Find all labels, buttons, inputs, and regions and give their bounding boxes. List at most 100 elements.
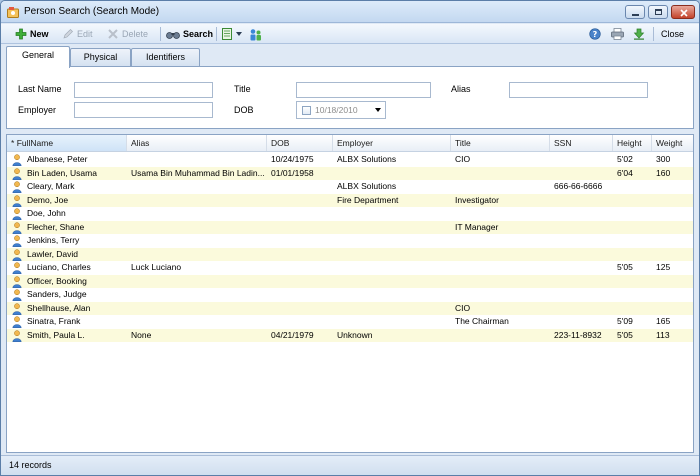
- green-plus-icon: [15, 28, 27, 40]
- cell-employer: [333, 261, 451, 275]
- cell-ssn: [550, 167, 613, 181]
- delete-x-icon: [108, 29, 118, 39]
- cell-title: [451, 275, 550, 289]
- column-header-label: FullName: [16, 138, 54, 148]
- export-dropdown-button[interactable]: [222, 26, 242, 42]
- cell-fullname: Bin Laden, Usama: [27, 167, 97, 178]
- cell-employer: Fire Department: [337, 194, 399, 205]
- tab-general[interactable]: General: [6, 46, 70, 68]
- cell-dob: [267, 302, 333, 316]
- title-input[interactable]: [296, 82, 431, 98]
- table-row[interactable]: Sinatra, Frank The Chairman 5'09 165: [7, 315, 693, 329]
- cell-employer: ALBX Solutions: [337, 181, 397, 191]
- cell-ssn: [550, 302, 613, 316]
- tab-physical[interactable]: Physical: [70, 48, 131, 67]
- save-button[interactable]: [633, 26, 645, 42]
- table-row[interactable]: Jenkins, Terry: [7, 234, 693, 248]
- search-button[interactable]: Search: [166, 26, 213, 42]
- column-header-label: Height: [617, 138, 642, 148]
- record-count: 14 records: [9, 460, 52, 470]
- cell-weight: [652, 194, 693, 208]
- column-header-label: Alias: [131, 138, 150, 148]
- cell-fullname: Cleary, Mark: [27, 181, 75, 191]
- column-header-ssn[interactable]: SSN: [550, 135, 613, 151]
- close-label: Close: [661, 29, 685, 39]
- cell-title: Investigator: [455, 194, 499, 205]
- cell-employer: [333, 248, 451, 262]
- last-name-input[interactable]: [74, 82, 213, 98]
- cell-title: The Chairman: [455, 316, 509, 326]
- column-header-alias[interactable]: Alias: [127, 135, 267, 151]
- cell-employer: [333, 288, 451, 302]
- table-row[interactable]: Officer, Booking: [7, 274, 693, 289]
- cell-ssn: [550, 234, 613, 248]
- cell-alias: [127, 180, 267, 194]
- table-row[interactable]: Flecher, Shane IT Manager: [7, 220, 693, 234]
- help-icon: ?: [589, 28, 601, 40]
- cell-dob: [267, 180, 333, 194]
- cell-height: 6'04: [617, 167, 633, 178]
- cell-weight: 125: [656, 262, 671, 272]
- results-grid: * FullName Alias DOB Employer Title SSN …: [6, 134, 694, 453]
- chevron-down-icon[interactable]: [375, 108, 381, 112]
- table-row[interactable]: Cleary, Mark ALBX Solutions 666-66-6666: [7, 180, 693, 194]
- column-header-label: DOB: [271, 138, 290, 148]
- employer-input[interactable]: [74, 102, 213, 118]
- print-button[interactable]: [611, 26, 624, 42]
- table-row[interactable]: Sanders, Judge: [7, 288, 693, 302]
- column-header-employer[interactable]: Employer: [333, 135, 451, 151]
- grid-header: * FullName Alias DOB Employer Title SSN …: [7, 135, 693, 152]
- column-header-label: SSN: [554, 138, 572, 148]
- table-row[interactable]: Shellhause, Alan CIO: [7, 301, 693, 316]
- window-close-button[interactable]: [671, 5, 695, 19]
- alias-input[interactable]: [509, 82, 648, 98]
- column-header-title[interactable]: Title: [451, 135, 550, 151]
- table-row[interactable]: Albanese, Peter 10/24/1975 ALBX Solutions C…: [7, 153, 693, 167]
- table-row[interactable]: Bin Laden, Usama Usama Bin Muhammad Bin L…: [7, 166, 693, 181]
- toolbar-separator: [216, 27, 217, 41]
- edit-button[interactable]: Edit: [62, 26, 93, 42]
- edit-label: Edit: [77, 29, 93, 39]
- table-row[interactable]: Luciano, Charles Luck Luciano 5'05 125: [7, 261, 693, 275]
- cell-title: [451, 234, 550, 248]
- cell-weight: [652, 288, 693, 302]
- minimize-button[interactable]: [625, 5, 645, 19]
- table-row[interactable]: Demo, Joe Fire Department Investigator: [7, 193, 693, 208]
- table-row[interactable]: Doe, John: [7, 207, 693, 221]
- cell-employer: Unknown: [337, 329, 373, 340]
- person-icon: [12, 289, 22, 301]
- dob-enable-checkbox[interactable]: [302, 105, 311, 115]
- table-row[interactable]: Lawler, David: [7, 247, 693, 262]
- last-name-label: Last Name: [18, 84, 62, 94]
- svg-text:?: ?: [593, 30, 598, 39]
- table-row[interactable]: Smith, Paula L. None 04/21/1979 Unknown 223-…: [7, 328, 693, 343]
- cell-weight: [652, 248, 693, 262]
- tab-identifiers[interactable]: Identifiers: [131, 48, 200, 67]
- column-header-fullname[interactable]: * FullName: [7, 135, 127, 151]
- cell-employer: [333, 302, 451, 316]
- new-button[interactable]: New: [15, 26, 49, 42]
- delete-button[interactable]: Delete: [107, 26, 148, 42]
- help-button[interactable]: ?: [589, 26, 601, 42]
- cell-title: IT Manager: [455, 221, 499, 232]
- cell-title: [451, 329, 550, 343]
- column-header-dob[interactable]: DOB: [267, 135, 333, 151]
- cell-height: 5'05: [617, 329, 633, 340]
- cell-title: CIO: [455, 302, 471, 313]
- maximize-button[interactable]: [648, 5, 668, 19]
- title-bar[interactable]: Person Search (Search Mode): [1, 1, 699, 23]
- cell-height: [613, 302, 652, 316]
- cell-height: 5'05: [617, 262, 633, 272]
- cell-dob: [267, 194, 333, 208]
- status-bar: 14 records: [1, 455, 699, 475]
- dob-value: 10/18/2010: [315, 105, 358, 115]
- person-icon: [12, 262, 22, 274]
- printer-icon: [611, 28, 624, 40]
- close-button[interactable]: Close: [661, 26, 684, 42]
- column-header-weight[interactable]: Weight: [652, 135, 693, 151]
- cell-title: CIO: [455, 154, 471, 164]
- cell-employer: [333, 167, 451, 181]
- dob-date-picker[interactable]: 10/18/2010: [296, 101, 386, 119]
- filter-people-button[interactable]: [249, 26, 262, 42]
- column-header-height[interactable]: Height: [613, 135, 652, 151]
